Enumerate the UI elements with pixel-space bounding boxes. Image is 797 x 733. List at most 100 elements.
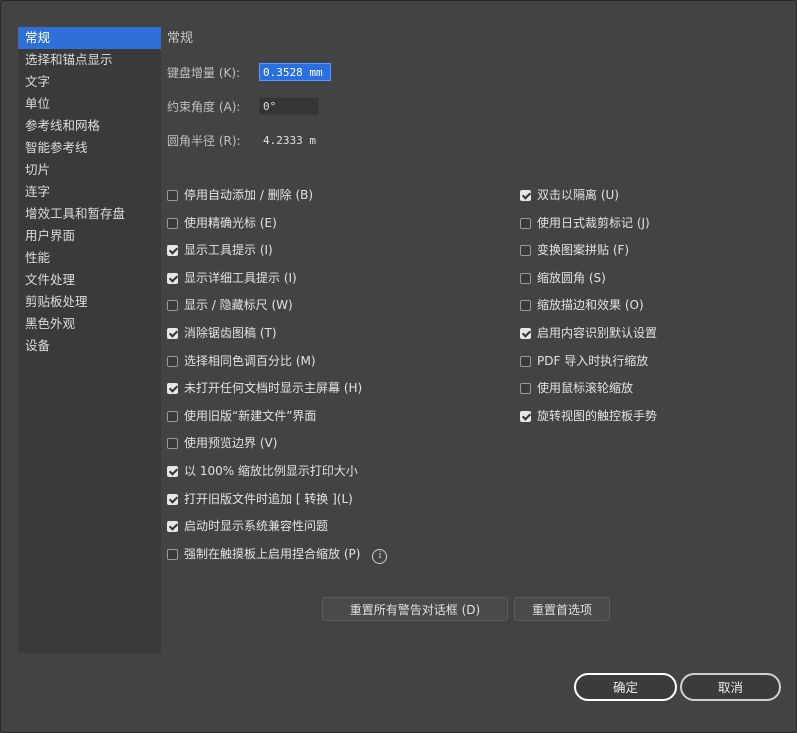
option-row[interactable]: 使用旧版“新建文件”界面: [167, 406, 316, 426]
option-row[interactable]: 缩放圆角 (S): [520, 268, 606, 288]
sidebar-item[interactable]: 文字: [18, 71, 161, 93]
option-label: 显示 / 隐藏标尺 (W): [184, 298, 293, 313]
constrain-angle-label: 约束角度 (A):: [167, 100, 241, 114]
cancel-button[interactable]: 取消: [680, 673, 781, 701]
section-title: 常规: [167, 31, 194, 46]
checkbox[interactable]: [167, 355, 178, 367]
sidebar-item[interactable]: 文件处理: [18, 269, 161, 291]
option-row[interactable]: 显示工具提示 (I): [167, 240, 273, 260]
option-row[interactable]: 以 100% 缩放比例显示打印大小: [167, 461, 358, 481]
option-label: 显示工具提示 (I): [184, 243, 273, 258]
preferences-dialog: 常规 选择和锚点显示 文字 单位 参考线和网格 智能参考线 切片 连字 增效工具和暂存盘 用户界面…: [0, 0, 797, 733]
sidebar-item[interactable]: 黑色外观: [18, 313, 161, 335]
option-row[interactable]: 使用日式裁剪标记 (J): [520, 213, 650, 233]
sidebar-item[interactable]: 单位: [18, 93, 161, 115]
option-label: 变换图案拼贴 (F): [537, 243, 630, 258]
option-row[interactable]: 启用内容识别默认设置: [520, 323, 657, 343]
option-row[interactable]: 使用精确光标 (E): [167, 213, 277, 233]
option-row[interactable]: 启动时显示系统兼容性问题: [167, 516, 328, 536]
checkbox[interactable]: [167, 548, 178, 560]
option-label: 缩放圆角 (S): [537, 270, 606, 285]
sidebar-item[interactable]: 智能参考线: [18, 137, 161, 159]
sidebar-item[interactable]: 切片: [18, 159, 161, 181]
checkbox[interactable]: [520, 355, 531, 367]
checkbox[interactable]: [520, 410, 531, 422]
option-label: 使用日式裁剪标记 (J): [537, 215, 650, 230]
sidebar-item[interactable]: 选择和锚点显示: [18, 49, 161, 71]
sidebar-item[interactable]: 参考线和网格: [18, 115, 161, 137]
sidebar-item[interactable]: 增效工具和暂存盘: [18, 203, 161, 225]
keyboard-increment-label: 键盘增量 (K):: [167, 66, 241, 80]
checkbox[interactable]: [520, 217, 531, 229]
sidebar-item[interactable]: 用户界面: [18, 225, 161, 247]
sidebar-item[interactable]: 剪贴板处理: [18, 291, 161, 313]
option-label: 消除锯齿图稿 (T): [184, 326, 277, 340]
option-label: 强制在触摸板上启用捏合缩放 (P): [184, 546, 361, 561]
checkbox[interactable]: [167, 521, 178, 533]
option-row[interactable]: PDF 导入时执行缩放: [520, 351, 648, 371]
sidebar-item[interactable]: 连字: [18, 181, 161, 203]
constrain-angle-input[interactable]: 0°: [259, 97, 319, 115]
checkbox[interactable]: [167, 300, 178, 312]
checkbox[interactable]: [167, 383, 178, 395]
corner-radius-input[interactable]: 4.2333 m: [259, 131, 329, 149]
option-row[interactable]: 停用自动添加 / 删除 (B): [167, 185, 313, 205]
option-label: 使用精确光标 (E): [184, 215, 277, 230]
option-row[interactable]: 打开旧版文件时追加 [ 转换 ](L): [167, 489, 353, 509]
sidebar-item[interactable]: 设备: [18, 335, 161, 357]
option-label: 双击以隔离 (U): [537, 188, 619, 202]
reset-preferences-button[interactable]: 重置首选项: [514, 597, 610, 621]
option-row[interactable]: 缩放描边和效果 (O): [520, 295, 644, 315]
option-row[interactable]: 使用鼠标滚轮缩放: [520, 378, 633, 398]
checkbox[interactable]: [167, 438, 178, 450]
checkbox[interactable]: [520, 245, 531, 257]
option-row[interactable]: 显示 / 隐藏标尺 (W): [167, 295, 293, 315]
checkbox[interactable]: [167, 493, 178, 505]
checkbox[interactable]: [167, 328, 178, 339]
option-label: 停用自动添加 / 删除 (B): [184, 188, 314, 202]
sidebar-item[interactable]: 常规: [18, 27, 161, 49]
option-label: 打开旧版文件时追加 [ 转换 ](L): [184, 491, 353, 506]
checkbox[interactable]: [520, 300, 531, 312]
option-row[interactable]: 使用预览边界 (V): [167, 433, 277, 453]
checkbox[interactable]: [520, 383, 531, 395]
constrain-angle-row: 约束角度 (A): 0°: [167, 97, 319, 117]
option-label: 选择相同色调百分比 (M): [184, 353, 316, 368]
checkbox[interactable]: [520, 190, 531, 201]
option-label: 缩放描边和效果 (O): [537, 298, 644, 313]
checkbox[interactable]: [167, 217, 178, 229]
keyboard-increment-input[interactable]: 0.3528 mm: [259, 63, 331, 81]
option-label: 显示详细工具提示 (I): [184, 270, 297, 285]
reset-warnings-button[interactable]: 重置所有警告对话框 (D): [322, 597, 508, 621]
sidebar: 常规 选择和锚点显示 文字 单位 参考线和网格 智能参考线 切片 连字 增效工具和暂存盘 用户界面…: [18, 27, 161, 653]
option-label: 使用鼠标滚轮缩放: [537, 381, 634, 396]
option-label: 旋转视图的触控板手势: [537, 408, 658, 423]
option-label: 使用旧版“新建文件”界面: [184, 408, 317, 423]
option-row[interactable]: 变换图案拼贴 (F): [520, 240, 629, 260]
ok-button[interactable]: 确定: [574, 673, 677, 701]
option-row[interactable]: 显示详细工具提示 (I): [167, 268, 297, 288]
option-label: 启动时显示系统兼容性问题: [184, 519, 329, 534]
checkbox[interactable]: [167, 466, 178, 477]
checkbox[interactable]: [167, 410, 178, 422]
option-row[interactable]: 旋转视图的触控板手势: [520, 406, 657, 426]
option-row[interactable]: 双击以隔离 (U): [520, 185, 619, 205]
option-label: 使用预览边界 (V): [184, 436, 278, 451]
checkbox[interactable]: [167, 190, 178, 201]
option-row[interactable]: 消除锯齿图稿 (T): [167, 323, 277, 343]
checkbox[interactable]: [167, 272, 178, 284]
option-row[interactable]: 选择相同色调百分比 (M): [167, 351, 316, 371]
option-row[interactable]: 未打开任何文档时显示主屏幕 (H): [167, 378, 362, 398]
info-icon[interactable]: i: [372, 548, 388, 564]
checkbox[interactable]: [520, 328, 531, 339]
sidebar-item[interactable]: 性能: [18, 247, 161, 269]
option-row[interactable]: 强制在触摸板上启用捏合缩放 (P) i: [167, 544, 388, 564]
option-label: 以 100% 缩放比例显示打印大小: [184, 464, 358, 478]
option-label: PDF 导入时执行缩放: [537, 353, 649, 368]
checkbox[interactable]: [520, 272, 531, 284]
checkbox[interactable]: [167, 245, 178, 257]
option-label: 未打开任何文档时显示主屏幕 (H): [184, 381, 363, 396]
corner-radius-row: 圆角半径 (R): 4.2333 m: [167, 131, 329, 151]
corner-radius-label: 圆角半径 (R):: [167, 134, 241, 148]
option-label: 启用内容识别默认设置: [537, 326, 658, 340]
